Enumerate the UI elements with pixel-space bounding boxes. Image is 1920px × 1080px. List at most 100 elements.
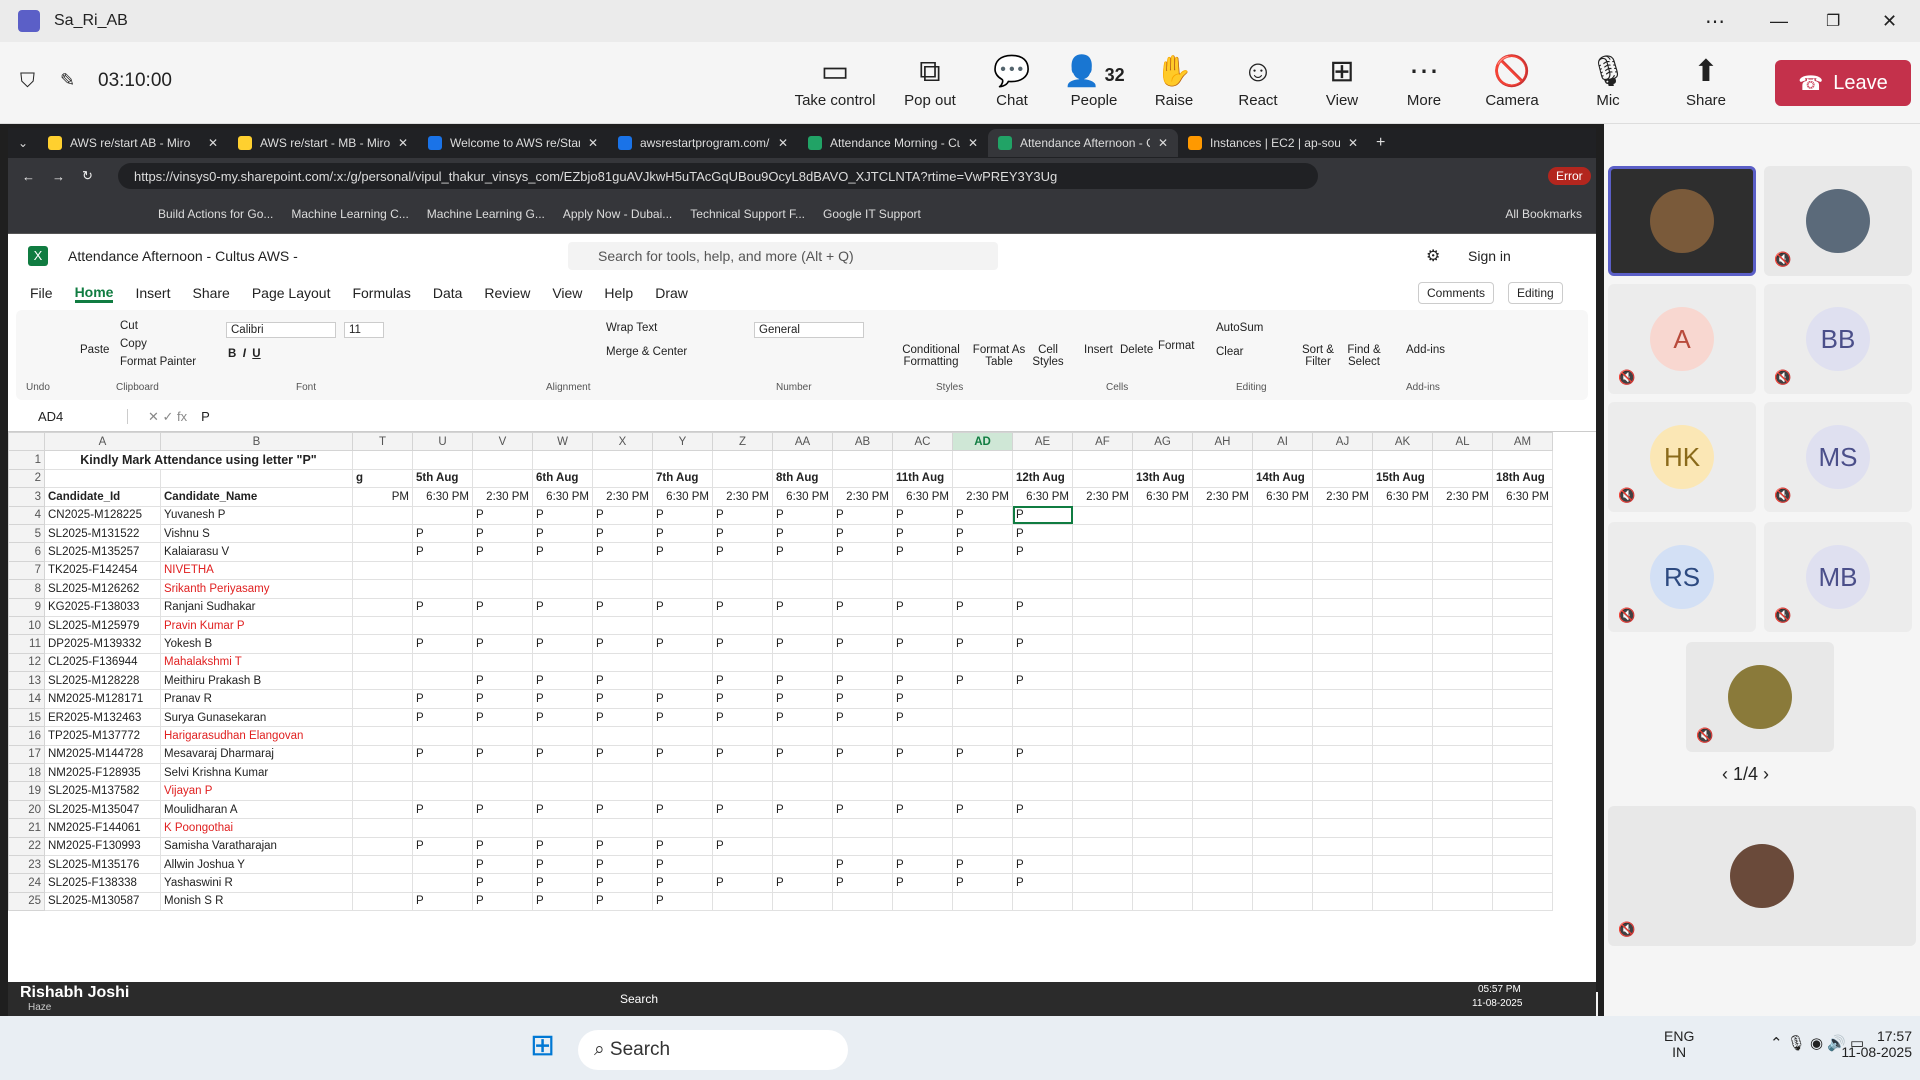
- attendance-cell[interactable]: [1192, 781, 1253, 801]
- attendance-cell[interactable]: P: [652, 836, 713, 856]
- attendance-cell[interactable]: [1072, 763, 1133, 783]
- time-header-cell[interactable]: 6:30 PM: [1372, 487, 1433, 507]
- attendance-cell[interactable]: [1252, 579, 1313, 599]
- attendance-cell[interactable]: [1192, 799, 1253, 820]
- attendance-cell[interactable]: [952, 560, 1013, 581]
- attendance-cell[interactable]: [352, 671, 413, 691]
- attendance-cell[interactable]: [1192, 671, 1253, 691]
- attendance-cell[interactable]: [952, 818, 1013, 838]
- attendance-cell[interactable]: [1072, 597, 1133, 617]
- cell[interactable]: [1192, 450, 1253, 470]
- attendance-cell[interactable]: [1372, 854, 1433, 875]
- cut-button[interactable]: Cut: [120, 320, 138, 332]
- browser-tab[interactable]: awsrestartprogram.com/a ✕: [608, 129, 798, 157]
- ribbon-tab-page-layout[interactable]: Page Layout: [252, 285, 331, 301]
- candidate-id-cell[interactable]: NM2025-F144061: [44, 818, 161, 838]
- attendance-cell[interactable]: [1132, 781, 1193, 801]
- cell[interactable]: [952, 450, 1013, 470]
- bookmark-item[interactable]: Build Actions for Go...: [158, 207, 273, 221]
- candidate-id-cell[interactable]: KG2025-F138033: [44, 597, 161, 617]
- attendance-cell[interactable]: [892, 836, 953, 856]
- attendance-cell[interactable]: P: [832, 873, 893, 893]
- candidate-id-cell[interactable]: DP2025-M139332: [44, 634, 161, 654]
- view-button[interactable]: ⊞ View: [1297, 52, 1387, 109]
- attendance-cell[interactable]: [772, 615, 833, 636]
- date-header-cell[interactable]: [1312, 468, 1373, 489]
- attendance-cell[interactable]: P: [532, 505, 593, 525]
- candidate-name-cell[interactable]: Harigarasudhan Elangovan: [160, 726, 353, 746]
- attendance-cell[interactable]: [1012, 781, 1073, 801]
- attendance-cell[interactable]: [1192, 689, 1253, 709]
- attendance-cell[interactable]: [1072, 652, 1133, 673]
- attendance-cell[interactable]: [1372, 836, 1433, 856]
- attendance-cell[interactable]: [472, 781, 533, 801]
- attendance-cell[interactable]: [1132, 523, 1193, 544]
- row-header[interactable]: 12: [8, 652, 45, 673]
- attendance-cell[interactable]: [652, 579, 713, 599]
- attendance-cell[interactable]: [892, 763, 953, 783]
- attendance-cell[interactable]: P: [892, 597, 953, 617]
- attendance-cell[interactable]: P: [652, 854, 713, 875]
- attendance-cell[interactable]: [1192, 763, 1253, 783]
- date-header-cell[interactable]: 6th Aug: [532, 468, 593, 489]
- cell[interactable]: [532, 450, 593, 470]
- ribbon-tab-data[interactable]: Data: [433, 285, 463, 301]
- candidate-name-cell[interactable]: Kalaiarasu V: [160, 542, 353, 562]
- date-header-cell[interactable]: 11th Aug: [892, 468, 953, 489]
- attendance-cell[interactable]: P: [472, 836, 533, 856]
- attendance-cell[interactable]: [952, 781, 1013, 801]
- column-header[interactable]: AG: [1132, 432, 1193, 452]
- attendance-cell[interactable]: [532, 763, 593, 783]
- attendance-cell[interactable]: [1012, 560, 1073, 581]
- attendance-cell[interactable]: P: [952, 505, 1013, 525]
- attendance-cell[interactable]: [532, 560, 593, 581]
- attendance-cell[interactable]: [472, 579, 533, 599]
- attendance-cell[interactable]: [1492, 781, 1553, 801]
- close-tab-icon[interactable]: ✕: [968, 136, 978, 150]
- attendance-cell[interactable]: [1492, 560, 1553, 581]
- attendance-cell[interactable]: [1252, 763, 1313, 783]
- candidate-name-cell[interactable]: K Poongothai: [160, 818, 353, 838]
- attendance-cell[interactable]: [1252, 781, 1313, 801]
- attendance-cell[interactable]: P: [532, 689, 593, 709]
- attendance-cell[interactable]: [652, 671, 713, 691]
- attendance-cell[interactable]: [1072, 523, 1133, 544]
- row-header[interactable]: 7: [8, 560, 45, 581]
- more-button[interactable]: ⋯ More: [1379, 52, 1469, 109]
- attendance-cell[interactable]: [1492, 615, 1553, 636]
- close-tab-icon[interactable]: ✕: [398, 136, 408, 150]
- time-header-cell[interactable]: 2:30 PM: [592, 487, 653, 507]
- attendance-cell[interactable]: [1432, 799, 1493, 820]
- people-button[interactable]: 👤 32 People: [1049, 52, 1139, 109]
- attendance-cell[interactable]: [352, 818, 413, 838]
- attendance-cell[interactable]: [712, 763, 773, 783]
- attendance-cell[interactable]: [1492, 818, 1553, 838]
- row-header[interactable]: 3: [8, 487, 45, 507]
- row-header[interactable]: 10: [8, 615, 45, 636]
- attendance-cell[interactable]: P: [1012, 523, 1073, 544]
- column-header[interactable]: W: [532, 432, 593, 452]
- attendance-cell[interactable]: [1492, 836, 1553, 856]
- attendance-cell[interactable]: [1252, 615, 1313, 636]
- attendance-cell[interactable]: [1192, 615, 1253, 636]
- attendance-cell[interactable]: [1132, 560, 1193, 581]
- time-header-cell[interactable]: 6:30 PM: [1012, 487, 1073, 507]
- attendance-cell[interactable]: [1372, 726, 1433, 746]
- wrap-text-button[interactable]: Wrap Text: [606, 322, 657, 334]
- attendance-cell[interactable]: [412, 505, 473, 525]
- attendance-cell[interactable]: P: [472, 542, 533, 562]
- number-format-select[interactable]: General: [754, 322, 864, 338]
- attendance-cell[interactable]: P: [412, 634, 473, 654]
- candidate-name-cell[interactable]: Vijayan P: [160, 781, 353, 801]
- attendance-cell[interactable]: [652, 781, 713, 801]
- participant-tile[interactable]: MB 🔇: [1764, 522, 1912, 632]
- attendance-cell[interactable]: P: [892, 707, 953, 728]
- attendance-cell[interactable]: P: [772, 671, 833, 691]
- formula-input[interactable]: P: [201, 409, 210, 424]
- attendance-cell[interactable]: [1492, 523, 1553, 544]
- attendance-cell[interactable]: [1312, 836, 1373, 856]
- attendance-cell[interactable]: [712, 726, 773, 746]
- attendance-cell[interactable]: [412, 671, 473, 691]
- attendance-cell[interactable]: [352, 891, 413, 912]
- attendance-cell[interactable]: [1192, 505, 1253, 525]
